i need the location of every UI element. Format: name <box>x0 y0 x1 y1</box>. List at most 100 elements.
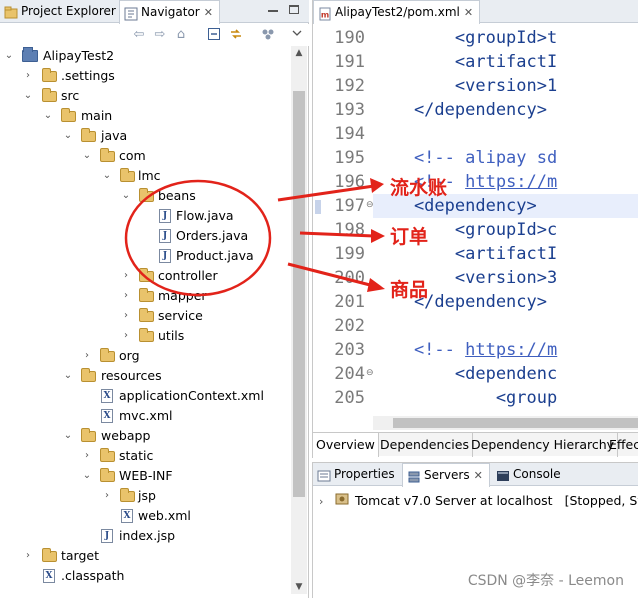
close-icon[interactable]: ✕ <box>464 6 473 19</box>
tree-row[interactable]: › utils <box>0 326 290 346</box>
server-row[interactable]: › Tomcat v7.0 Server at localhost [Stopp… <box>319 491 638 511</box>
expand-arrow-icon[interactable]: › <box>121 306 131 326</box>
expand-arrow-icon[interactable]: › <box>121 326 131 346</box>
scroll-up-icon[interactable]: ▲ <box>291 46 307 60</box>
code-line: <artifactI <box>373 52 558 72</box>
tree-label: index.jsp <box>119 528 176 543</box>
collapse-arrow-icon[interactable]: ⌄ <box>63 126 73 146</box>
xml-file-icon: X <box>101 409 113 423</box>
collapse-all-icon[interactable] <box>206 27 222 43</box>
tab-project-explorer[interactable]: Project Explorer <box>0 0 122 23</box>
tab-properties[interactable]: Properties <box>313 463 401 486</box>
scroll-down-icon[interactable]: ▼ <box>291 580 307 594</box>
line-number: 190 <box>334 28 365 48</box>
collapse-arrow-icon[interactable]: ⌄ <box>4 46 14 66</box>
tree-row[interactable]: › target <box>0 546 290 566</box>
tree-label: jsp <box>138 488 156 503</box>
folder-icon <box>139 188 154 202</box>
comment-link[interactable]: https://m <box>465 172 557 192</box>
tree-row[interactable]: ⌄ lmc <box>0 166 290 186</box>
editor-horizontal-scrollbar[interactable] <box>373 416 638 430</box>
tree-row[interactable]: ⌄ src <box>0 86 290 106</box>
collapse-arrow-icon[interactable]: ⌄ <box>82 146 92 166</box>
tree-row[interactable]: › static <box>0 446 290 466</box>
close-icon[interactable]: ✕ <box>204 6 213 19</box>
scrollbar-thumb[interactable] <box>393 418 638 428</box>
expand-arrow-icon[interactable]: › <box>82 446 92 466</box>
line-number-gutter: 190 191 192 193 194 195 196 197 198 199 … <box>313 24 374 416</box>
close-icon[interactable]: ✕ <box>474 469 483 482</box>
code-line: </dependency> <box>373 100 547 120</box>
back-arrow-icon[interactable]: ⇦ <box>131 27 147 43</box>
collapse-arrow-icon[interactable]: ⌄ <box>63 426 73 446</box>
tree-row[interactable]: › org <box>0 346 290 366</box>
tree-label: mapper <box>158 288 207 303</box>
tree-row[interactable]: ⌄ main <box>0 106 290 126</box>
tree-row[interactable]: ⌄ WEB-INF <box>0 466 290 486</box>
expand-arrow-icon[interactable]: › <box>82 346 92 366</box>
view-menu-icon[interactable] <box>289 27 305 43</box>
expand-arrow-icon[interactable]: › <box>23 66 33 86</box>
collapse-arrow-icon[interactable]: ⌄ <box>102 166 112 186</box>
collapse-arrow-icon[interactable]: ⌄ <box>121 186 131 206</box>
tree-row[interactable]: ⌄ java <box>0 126 290 146</box>
tab-dependency-hierarchy[interactable]: Dependency Hierarchy <box>468 433 619 457</box>
collapse-arrow-icon[interactable]: ⌄ <box>23 86 33 106</box>
working-sets-icon[interactable] <box>260 27 276 43</box>
scrollbar-thumb[interactable] <box>293 91 305 497</box>
xml-file-icon: X <box>101 389 113 403</box>
code-line: <groupId>c <box>373 220 558 240</box>
tree-row[interactable]: ⌄ webapp <box>0 426 290 446</box>
forward-arrow-icon[interactable]: ⇨ <box>152 27 168 43</box>
expand-arrow-icon[interactable]: › <box>121 266 131 286</box>
collapse-arrow-icon[interactable]: ⌄ <box>82 466 92 486</box>
tree-row[interactable]: J Product.java <box>0 246 290 266</box>
minimize-icon[interactable] <box>266 4 280 16</box>
tab-dependencies[interactable]: Dependencies <box>377 433 473 457</box>
link-editor-icon[interactable] <box>228 27 244 43</box>
tree-row[interactable]: X web.xml <box>0 506 290 526</box>
tab-servers[interactable]: Servers ✕ <box>402 463 490 487</box>
folder-icon <box>81 428 96 442</box>
tab-effective-pom[interactable]: Effec <box>606 433 638 457</box>
tab-label: Navigator <box>141 5 200 19</box>
maximize-icon[interactable] <box>287 4 301 16</box>
tree-row[interactable]: ⌄ beans <box>0 186 290 206</box>
go-into-icon[interactable]: ⌂ <box>173 27 189 43</box>
collapse-arrow-icon[interactable]: ⌄ <box>43 106 53 126</box>
tree-row[interactable]: X mvc.xml <box>0 406 290 426</box>
tree-row[interactable]: › mapper <box>0 286 290 306</box>
tab-overview[interactable]: Overview <box>313 433 379 457</box>
tab-console[interactable]: Console <box>492 463 567 486</box>
tree-scrollbar[interactable]: ▲ ▼ <box>291 46 307 594</box>
tree-label: Flow.java <box>176 208 234 223</box>
code-line: <dependency> <box>373 196 537 216</box>
tree-row[interactable]: J index.jsp <box>0 526 290 546</box>
tree-row[interactable]: X applicationContext.xml <box>0 386 290 406</box>
tree-row[interactable]: J Orders.java <box>0 226 290 246</box>
tab-navigator[interactable]: Navigator ✕ <box>119 0 220 24</box>
collapse-arrow-icon[interactable]: ⌄ <box>63 366 73 386</box>
tree-row[interactable]: › jsp <box>0 486 290 506</box>
tree-row[interactable]: ⌄ com <box>0 146 290 166</box>
code-area[interactable]: <groupId>t <artifactI <version>1 </depen… <box>373 24 638 416</box>
tree-label: lmc <box>138 168 161 183</box>
tab-pom-xml[interactable]: m AlipayTest2/pom.xml ✕ <box>313 0 481 24</box>
expand-arrow-icon[interactable]: › <box>102 486 112 506</box>
expand-arrow-icon[interactable]: › <box>319 492 331 512</box>
tree-row[interactable]: J Flow.java <box>0 206 290 226</box>
tree-row[interactable]: ⌄ AlipayTest2 <box>0 46 290 66</box>
comment-link[interactable]: https://m <box>465 340 557 360</box>
navigator-pane: Project Explorer Navigator ✕ ⇦ ⇨ ⌂ ⌄ Alip… <box>0 0 309 598</box>
tree-row[interactable]: ⌄ resources <box>0 366 290 386</box>
code-line: <group <box>373 388 558 408</box>
tree-row[interactable]: › .settings <box>0 66 290 86</box>
tree-row[interactable]: X .classpath <box>0 566 290 586</box>
folder-icon <box>100 468 115 482</box>
expand-arrow-icon[interactable]: › <box>23 546 33 566</box>
tree-row[interactable]: › controller <box>0 266 290 286</box>
folder-icon <box>120 488 135 502</box>
tree-row[interactable]: › service <box>0 306 290 326</box>
expand-arrow-icon[interactable]: › <box>121 286 131 306</box>
tree-label: static <box>119 448 154 463</box>
